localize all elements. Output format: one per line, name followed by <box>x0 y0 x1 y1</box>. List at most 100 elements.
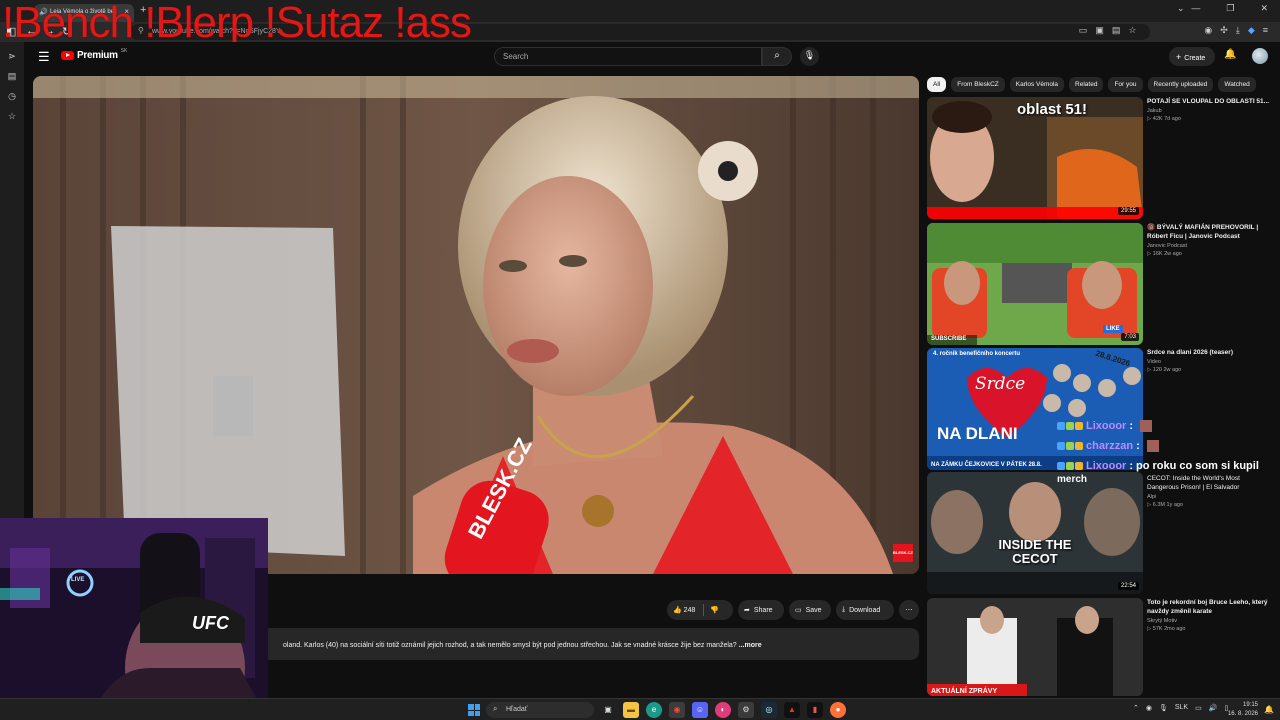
chevron-up-icon[interactable]: ⌃ <box>1133 704 1139 712</box>
settings-icon[interactable]: ⚙ <box>738 702 754 718</box>
chat-username: Lixooor <box>1086 420 1127 432</box>
extensions-icon[interactable]: ✣ <box>1220 25 1228 36</box>
streamer-webcam: UFC LIVE <box>0 518 268 720</box>
app-icon[interactable]: ▮ <box>807 702 823 718</box>
video-title[interactable]: Srdce na dlani 2026 (teaser) <box>1147 348 1273 357</box>
chip-all[interactable]: All <box>927 77 947 92</box>
app-icon[interactable]: ▲ <box>784 702 800 718</box>
file-explorer-icon[interactable]: ▬ <box>623 702 639 718</box>
chat-message: Lixooor: <box>1057 416 1257 436</box>
recommendation-item[interactable]: oblast 51! 29:55 POTAJÍ SE VLOUPAL DO OB… <box>927 97 1277 219</box>
network-icon[interactable]: ▭ <box>1195 704 1202 712</box>
video-thumbnail[interactable]: INSIDE THE CECOT 22:54 <box>927 472 1143 594</box>
video-thumbnail[interactable]: AKTUÁLNÍ ZPRÁVY <box>927 598 1143 696</box>
video-meta: ▷ 57K 2mo ago <box>1147 626 1186 632</box>
like-button[interactable]: 👍 248 <box>673 606 695 614</box>
notification-bell-icon[interactable]: 🔔 <box>1264 705 1274 714</box>
channel-name[interactable]: Janovic Podcast <box>1147 243 1273 249</box>
video-title[interactable]: CECOT: Inside the World's Most Dangerous… <box>1147 474 1273 492</box>
chip-for-you[interactable]: For you <box>1108 77 1143 92</box>
channel-name[interactable]: Video <box>1147 359 1273 365</box>
cast-icon[interactable]: ▭ <box>1079 25 1088 36</box>
maximize-button[interactable]: ❐ <box>1226 3 1234 14</box>
discord-icon[interactable]: ☺ <box>692 702 708 718</box>
chip-recently-uploaded[interactable]: Recently uploaded <box>1147 77 1214 92</box>
downloads-icon[interactable]: ⤓ <box>1236 25 1240 36</box>
chip-from-channel[interactable]: From BleskCZ <box>951 77 1005 92</box>
vpn-icon[interactable]: ◆ <box>1248 25 1255 36</box>
video-meta: ▷ 120 2w ago <box>1147 367 1182 373</box>
channel-name[interactable]: Jakub <box>1147 108 1273 114</box>
chip-related[interactable]: Related <box>1069 77 1104 92</box>
volume-icon[interactable]: 🔊 <box>1209 704 1218 712</box>
taskbar-apps: ▣ ▬ e ◉ ☺ ◐ ⚙ ◎ ▲ ▮ ● <box>600 702 846 718</box>
flows-icon[interactable]: ⋗ <box>0 51 24 62</box>
recommendation-item[interactable]: AKTUÁLNÍ ZPRÁVY Toto je rekordní boj Bru… <box>927 598 1277 696</box>
video-player[interactable]: BLESK.CZ BLESK.CZ <box>33 76 919 574</box>
hamburger-menu-icon[interactable]: ☰ <box>38 49 50 65</box>
create-button[interactable]: + Create <box>1169 47 1215 66</box>
search-icon: ⌕ <box>493 704 498 713</box>
chat-badges <box>1057 462 1083 470</box>
video-title[interactable]: POTAJÍ SE VLOUPAL DO OBLASTI 51... <box>1147 97 1273 106</box>
firefox-icon[interactable]: ● <box>830 702 846 718</box>
recommendation-item[interactable]: INSIDE THE CECOT 22:54 CECOT: Inside the… <box>927 472 1277 594</box>
video-thumbnail[interactable]: SUBSCRIBE LIKE 7:03 <box>927 223 1143 345</box>
steam-icon[interactable]: ◎ <box>761 702 777 718</box>
wallet-icon[interactable]: ▤ <box>0 71 24 82</box>
minimize-button[interactable]: — <box>1191 3 1200 14</box>
app-tray-icon[interactable]: ◉ <box>1146 704 1152 712</box>
video-title[interactable]: 🔞 BÝVALÝ MAFIÁN PREHOVORIL | Róbert Ficu… <box>1147 223 1273 241</box>
app-icon[interactable]: ◉ <box>669 702 685 718</box>
video-title[interactable]: Toto je rekordní boj Bruce Leeho, který … <box>1147 598 1273 616</box>
more-actions-button[interactable]: ⋯ <box>899 600 919 620</box>
voice-search-icon[interactable]: 🎙 <box>800 47 819 66</box>
bookmark-star-icon[interactable]: ☆ <box>1128 25 1136 36</box>
bookmarks-icon[interactable]: ☆ <box>0 111 24 122</box>
duration-badge: 29:55 <box>1117 207 1139 215</box>
channel-name[interactable]: Skrytý Motiv <box>1147 618 1273 624</box>
close-window-button[interactable]: ✕ <box>1260 3 1268 14</box>
notifications-bell-icon[interactable]: 🔔 <box>1224 49 1236 60</box>
chat-badges <box>1057 422 1083 430</box>
chat-message: charzzan: <box>1057 436 1257 456</box>
chat-text-continuation: merch <box>1057 474 1088 485</box>
tab-list-icon[interactable]: ⌄ <box>1177 3 1185 14</box>
recommendation-item[interactable]: SUBSCRIBE LIKE 7:03 🔞 BÝVALÝ MAFIÁN PREH… <box>927 223 1277 345</box>
browser-icon[interactable]: ◐ <box>715 702 731 718</box>
video-thumbnail[interactable]: oblast 51! 29:55 <box>927 97 1143 219</box>
search-input[interactable]: Search <box>494 47 762 66</box>
edge-icon[interactable]: e <box>646 702 662 718</box>
show-more-link[interactable]: ...more <box>739 642 762 649</box>
duration-badge: 7:03 <box>1121 333 1139 341</box>
channel-name[interactable]: Alpi <box>1147 494 1273 500</box>
profile-icon[interactable]: ◉ <box>1204 25 1212 36</box>
history-icon[interactable]: ◷ <box>0 91 24 102</box>
chat-badges <box>1057 442 1083 450</box>
youtube-logo[interactable]: Premium SK <box>61 48 127 61</box>
dislike-button[interactable]: 👎 <box>710 606 719 614</box>
chat-emote <box>1146 440 1159 452</box>
reader-icon[interactable]: ▤ <box>1112 25 1121 36</box>
chip-watched[interactable]: Watched <box>1218 77 1256 92</box>
microphone-icon[interactable]: 🎙 <box>1159 704 1168 712</box>
screenshot-icon[interactable]: ▣ <box>1095 25 1104 36</box>
language-indicator[interactable]: SLK <box>1175 704 1188 712</box>
save-button[interactable]: ▭ Save <box>789 600 831 620</box>
share-button[interactable]: ➦ Share <box>738 600 784 620</box>
taskbar-search-input[interactable]: ⌕ Hľadať <box>486 702 594 718</box>
chat-username: charzzan <box>1086 440 1134 452</box>
video-frame <box>33 76 919 574</box>
taskbar-clock[interactable]: 19:15 16. 8. 2026 <box>1228 701 1258 719</box>
like-badge: LIKE <box>1103 325 1123 333</box>
video-meta: ▷ 6.3M 1y ago <box>1147 502 1184 508</box>
windows-start-icon[interactable] <box>468 704 480 716</box>
stream-chat-overlay: Lixooor: charzzan: Lixooor: po roku co s… <box>1057 416 1259 476</box>
account-avatar[interactable] <box>1252 48 1268 64</box>
system-tray: ⌃ ◉ 🎙 SLK ▭ 🔊 ▯ <box>1133 704 1228 712</box>
menu-icon[interactable]: ≡ <box>1263 25 1268 36</box>
chip-karlos[interactable]: Karlos Vémola <box>1009 77 1065 92</box>
search-button[interactable]: ⌕ <box>762 47 792 66</box>
task-view-icon[interactable]: ▣ <box>600 702 616 718</box>
download-button[interactable]: ⤓ Download <box>836 600 894 620</box>
